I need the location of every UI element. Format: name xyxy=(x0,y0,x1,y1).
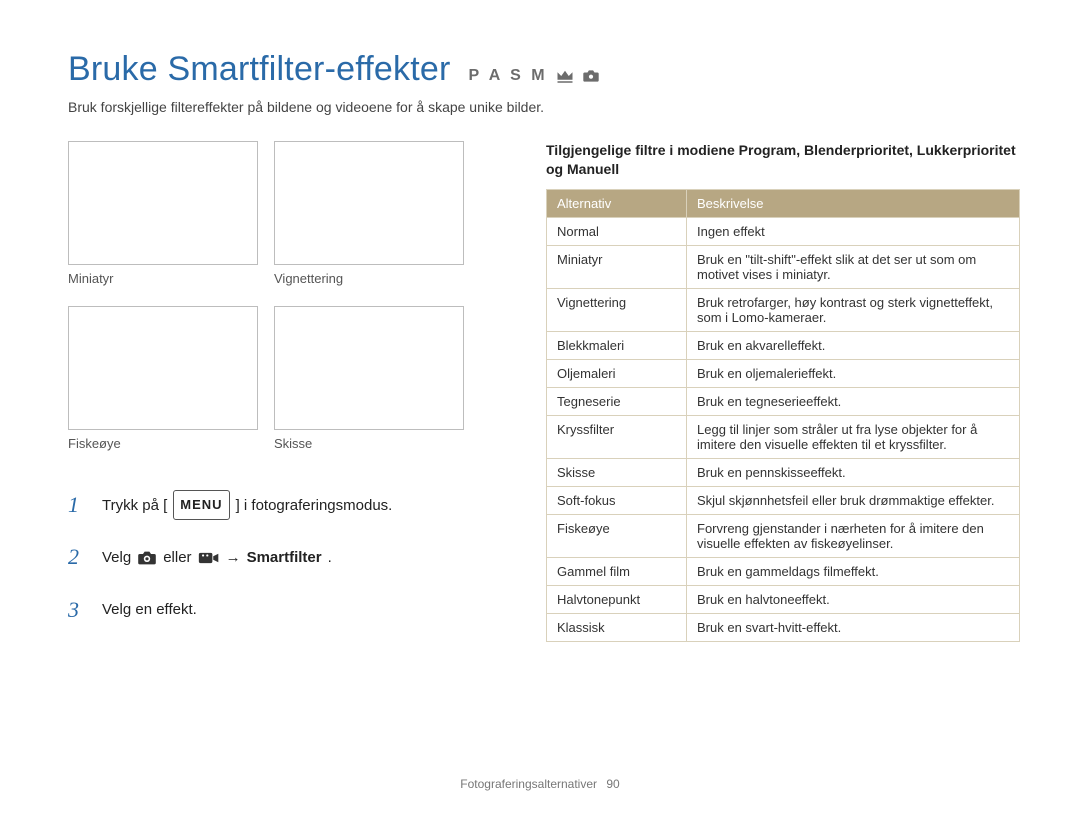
table-row: FiskeøyeForvreng gjenstander i nærheten … xyxy=(547,514,1020,557)
step-2: 2 Velg eller → Smartfilter. xyxy=(68,533,488,581)
cell: Normal xyxy=(547,217,687,245)
thumb-label: Skisse xyxy=(274,436,464,451)
text: Trykk på [ xyxy=(102,489,167,522)
step-number: 3 xyxy=(68,586,88,634)
cell: Forvreng gjenstander i nærheten for å im… xyxy=(687,514,1020,557)
title-row: Bruke Smartfilter-effekter P A S M xyxy=(68,50,1020,89)
col-alternativ: Alternativ xyxy=(547,189,687,217)
thumb-label: Vignettering xyxy=(274,271,464,286)
left-column: Miniatyr Vignettering Fiskeøye Skisse 1 … xyxy=(68,141,488,642)
table-row: BlekkmaleriBruk en akvarelleffekt. xyxy=(547,331,1020,359)
modes-letters: P A S M xyxy=(468,67,547,85)
filters-heading: Tilgjengelige filtre i modiene Program, … xyxy=(546,141,1020,179)
cell: Bruk en tegneserieeffekt. xyxy=(687,387,1020,415)
cell: Soft-fokus xyxy=(547,486,687,514)
video-camera-icon xyxy=(198,541,220,574)
table-row: OljemaleriBruk en oljemalerieffekt. xyxy=(547,359,1020,387)
cell: Bruk retrofarger, høy kontrast og sterk … xyxy=(687,288,1020,331)
smartfilter-label: Smartfilter xyxy=(247,541,322,574)
cell: Fiskeøye xyxy=(547,514,687,557)
cell: Bruk en oljemalerieffekt. xyxy=(687,359,1020,387)
cell: Kryssfilter xyxy=(547,415,687,458)
thumb-cell: Fiskeøye xyxy=(68,306,258,467)
text: eller xyxy=(163,541,191,574)
cell: Skisse xyxy=(547,458,687,486)
thumb-cell: Miniatyr xyxy=(68,141,258,302)
text: Velg xyxy=(102,541,131,574)
camera-filled-icon xyxy=(582,69,600,83)
cell: Bruk en svart-hvitt-effekt. xyxy=(687,613,1020,641)
footer-page: 90 xyxy=(606,777,619,791)
right-column: Tilgjengelige filtre i modiene Program, … xyxy=(546,141,1020,642)
steps-list: 1 Trykk på [ MENU ] i fotograferingsmodu… xyxy=(68,481,488,634)
table-row: TegneserieBruk en tegneserieeffekt. xyxy=(547,387,1020,415)
cell: Miniatyr xyxy=(547,245,687,288)
period: . xyxy=(328,541,332,574)
content-columns: Miniatyr Vignettering Fiskeøye Skisse 1 … xyxy=(68,141,1020,642)
table-row: VignetteringBruk retrofarger, høy kontra… xyxy=(547,288,1020,331)
cell: Gammel film xyxy=(547,557,687,585)
cell: Oljemaleri xyxy=(547,359,687,387)
step-text: Velg en effekt. xyxy=(102,593,197,626)
arrow: → xyxy=(226,541,241,574)
step-text: Trykk på [ MENU ] i fotograferingsmodus. xyxy=(102,489,392,522)
menu-button-label: MENU xyxy=(173,490,229,521)
camera-icon xyxy=(137,541,157,574)
filters-table: Alternativ Beskrivelse NormalIngen effek… xyxy=(546,189,1020,642)
thumbnail-fiskeoye xyxy=(68,306,258,430)
cell: Legg til linjer som stråler ut fra lyse … xyxy=(687,415,1020,458)
thumbnail-grid: Miniatyr Vignettering Fiskeøye Skisse xyxy=(68,141,488,467)
col-beskrivelse: Beskrivelse xyxy=(687,189,1020,217)
page-footer: Fotograferingsalternativer 90 xyxy=(0,777,1080,791)
cell: Ingen effekt xyxy=(687,217,1020,245)
thumb-label: Miniatyr xyxy=(68,271,258,286)
table-row: SkisseBruk en pennskisseeffekt. xyxy=(547,458,1020,486)
step-1: 1 Trykk på [ MENU ] i fotograferingsmodu… xyxy=(68,481,488,529)
table-row: KryssfilterLegg til linjer som stråler u… xyxy=(547,415,1020,458)
cell: Bruk en halvtoneeffekt. xyxy=(687,585,1020,613)
footer-section: Fotograferingsalternativer xyxy=(460,777,597,791)
page-title: Bruke Smartfilter-effekter xyxy=(68,50,450,89)
table-row: HalvtonepunktBruk en halvtoneeffekt. xyxy=(547,585,1020,613)
thumbnail-skisse xyxy=(274,306,464,430)
thumb-cell: Vignettering xyxy=(274,141,464,302)
cell: Halvtonepunkt xyxy=(547,585,687,613)
cell: Bruk en gammeldags filmeffekt. xyxy=(687,557,1020,585)
table-row: NormalIngen effekt xyxy=(547,217,1020,245)
thumbnail-miniatyr xyxy=(68,141,258,265)
cell: Bruk en akvarelleffekt. xyxy=(687,331,1020,359)
intro-text: Bruk forskjellige filtereffekter på bild… xyxy=(68,99,1020,115)
cell: Bruk en "tilt-shift"-effekt slik at det … xyxy=(687,245,1020,288)
mode-badges: P A S M xyxy=(468,67,599,85)
cell: Blekkmaleri xyxy=(547,331,687,359)
table-row: Soft-fokusSkjul skjønnhetsfeil eller bru… xyxy=(547,486,1020,514)
thumbnail-vignettering xyxy=(274,141,464,265)
crown-icon xyxy=(556,69,574,83)
cell: Vignettering xyxy=(547,288,687,331)
thumb-cell: Skisse xyxy=(274,306,464,467)
table-row: MiniatyrBruk en "tilt-shift"-effekt slik… xyxy=(547,245,1020,288)
cell: Klassisk xyxy=(547,613,687,641)
cell: Tegneserie xyxy=(547,387,687,415)
table-row: Gammel filmBruk en gammeldags filmeffekt… xyxy=(547,557,1020,585)
text: ] i fotograferingsmodus. xyxy=(236,489,393,522)
cell: Bruk en pennskisseeffekt. xyxy=(687,458,1020,486)
thumb-label: Fiskeøye xyxy=(68,436,258,451)
cell: Skjul skjønnhetsfeil eller bruk drømmakt… xyxy=(687,486,1020,514)
step-number: 2 xyxy=(68,533,88,581)
step-3: 3 Velg en effekt. xyxy=(68,586,488,634)
step-text: Velg eller → Smartfilter. xyxy=(102,541,332,574)
table-row: KlassiskBruk en svart-hvitt-effekt. xyxy=(547,613,1020,641)
step-number: 1 xyxy=(68,481,88,529)
